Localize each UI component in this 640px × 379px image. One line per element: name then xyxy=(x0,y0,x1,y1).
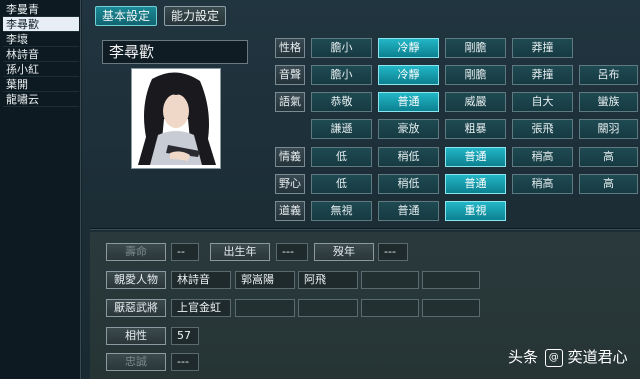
affinity-label: 相性 xyxy=(106,327,166,345)
list-item[interactable]: 林詩音 xyxy=(3,47,79,62)
birth-year-label: 出生年 xyxy=(210,243,270,261)
option-button[interactable]: 謙遜 xyxy=(311,119,372,139)
option-button[interactable]: 莽撞 xyxy=(512,38,573,58)
label-voice: 音聲 xyxy=(275,65,305,85)
list-item[interactable]: 孫小紅 xyxy=(3,62,79,77)
option-button[interactable]: 稍低 xyxy=(378,147,439,167)
tab-ability-settings[interactable]: 能力設定 xyxy=(164,6,226,26)
option-button[interactable]: 剛膽 xyxy=(445,65,506,85)
option-button[interactable]: 膽小 xyxy=(311,38,372,58)
death-year-value: --- xyxy=(378,243,408,261)
option-button[interactable]: 稍高 xyxy=(512,147,573,167)
option-button-selected[interactable]: 普通 xyxy=(378,92,439,112)
option-button[interactable]: 剛膽 xyxy=(445,38,506,58)
option-button[interactable]: 豪放 xyxy=(378,119,439,139)
label-ambition: 野心 xyxy=(275,174,305,194)
lifespan-value: -- xyxy=(171,243,199,261)
hated-generals-button[interactable]: 厭惡武將 xyxy=(106,299,166,317)
option-button[interactable]: 蠻族 xyxy=(579,92,638,112)
list-item[interactable]: 李曼青 xyxy=(3,2,79,17)
list-item-selected[interactable]: 李尋歡 xyxy=(3,17,79,32)
list-item[interactable]: 李壞 xyxy=(3,32,79,47)
option-button-selected[interactable]: 冷靜 xyxy=(378,38,439,58)
option-button[interactable]: 無視 xyxy=(311,201,372,221)
label-loyalty-sentiment: 情義 xyxy=(275,147,305,167)
hated-slot-empty xyxy=(422,299,480,317)
option-button-selected[interactable]: 普通 xyxy=(445,147,506,167)
lifespan-label: 壽命 xyxy=(106,243,166,261)
option-button-selected[interactable]: 普通 xyxy=(445,174,506,194)
option-button[interactable]: 膽小 xyxy=(311,65,372,85)
option-button[interactable]: 恭敬 xyxy=(311,92,372,112)
list-item[interactable]: 葉開 xyxy=(3,77,79,92)
option-button[interactable]: 稍高 xyxy=(512,174,573,194)
birth-year-value: --- xyxy=(276,243,308,261)
beloved-character: 阿飛 xyxy=(298,271,358,289)
option-button-selected[interactable]: 重視 xyxy=(445,201,506,221)
hated-slot-empty xyxy=(361,299,419,317)
option-button[interactable]: 普通 xyxy=(378,201,439,221)
option-button[interactable]: 高 xyxy=(579,147,638,167)
divider xyxy=(90,228,640,230)
at-icon: @ xyxy=(544,348,563,367)
beloved-character: 林詩音 xyxy=(171,271,231,289)
option-button[interactable]: 威嚴 xyxy=(445,92,506,112)
option-button[interactable]: 稍低 xyxy=(378,174,439,194)
label-tone: 語氣 xyxy=(275,92,305,112)
option-button[interactable]: 關羽 xyxy=(579,119,638,139)
label-morality: 道義 xyxy=(275,201,305,221)
option-button[interactable]: 自大 xyxy=(512,92,573,112)
beloved-character: 郭嵩陽 xyxy=(235,271,295,289)
watermark: 头条 @ 奕道君心 xyxy=(508,345,638,369)
character-portrait xyxy=(131,68,221,169)
loyalty-value: --- xyxy=(171,353,199,371)
option-button[interactable]: 低 xyxy=(311,147,372,167)
death-year-label: 歿年 xyxy=(314,243,374,261)
watermark-author: 奕道君心 xyxy=(567,348,628,366)
option-button[interactable]: 張飛 xyxy=(512,119,573,139)
option-button-selected[interactable]: 冷靜 xyxy=(378,65,439,85)
character-list: 李曼青 李尋歡 李壞 林詩音 孫小紅 葉開 龍嘯云 xyxy=(0,0,81,379)
beloved-slot-empty xyxy=(422,271,480,289)
portrait-illustration xyxy=(132,69,220,168)
hated-slot-empty xyxy=(235,299,295,317)
option-button[interactable]: 高 xyxy=(579,174,638,194)
option-button[interactable]: 莽撞 xyxy=(512,65,573,85)
watermark-prefix: 头条 xyxy=(508,348,539,366)
label-personality: 性格 xyxy=(275,38,305,58)
option-button[interactable]: 粗暴 xyxy=(445,119,506,139)
loyalty-label: 忠誠 xyxy=(106,353,166,371)
beloved-characters-button[interactable]: 親愛人物 xyxy=(106,271,166,289)
hated-slot-empty xyxy=(298,299,358,317)
affinity-value: 57 xyxy=(171,327,199,345)
option-button[interactable]: 呂布 xyxy=(579,65,638,85)
tab-basic-settings[interactable]: 基本設定 xyxy=(95,6,157,26)
character-name: 李尋歡 xyxy=(102,40,248,64)
option-button[interactable]: 低 xyxy=(311,174,372,194)
hated-general: 上官金虹 xyxy=(171,299,231,317)
list-item[interactable]: 龍嘯云 xyxy=(3,92,79,107)
beloved-slot-empty xyxy=(361,271,419,289)
